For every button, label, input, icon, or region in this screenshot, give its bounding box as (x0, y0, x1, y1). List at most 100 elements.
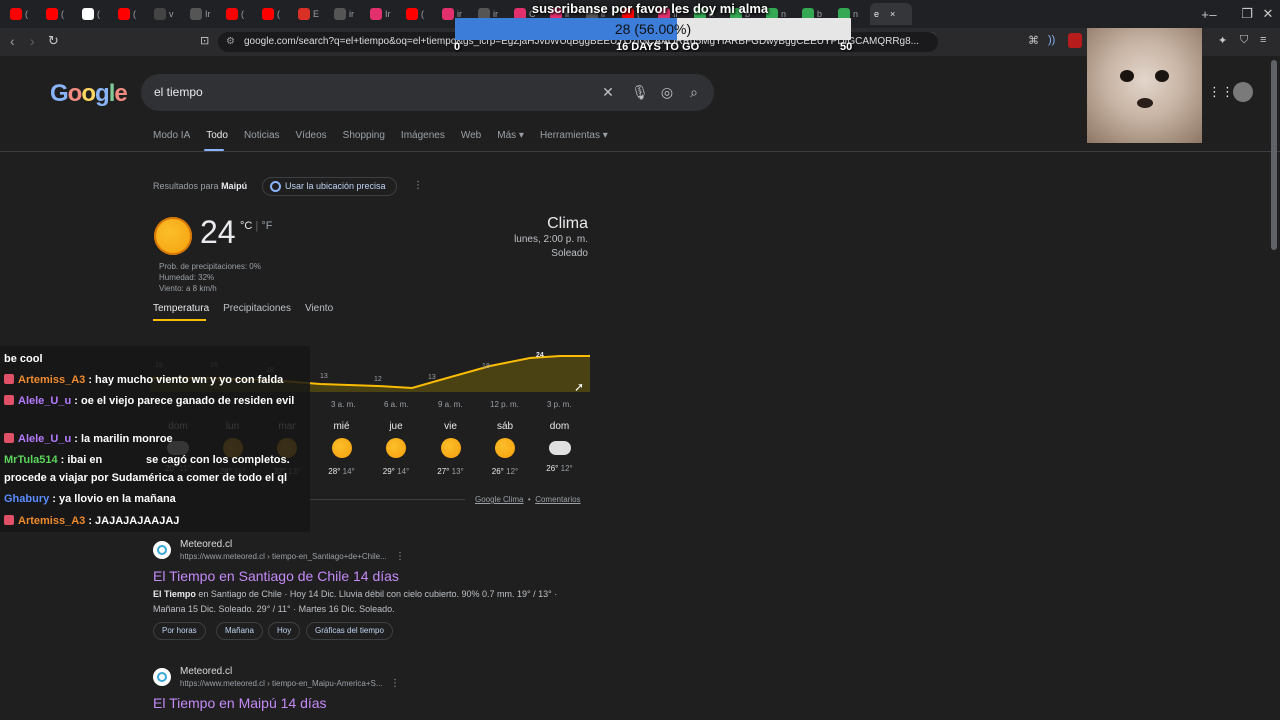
menu-icon[interactable]: ≡ (1260, 34, 1266, 46)
sunny-icon (495, 438, 515, 458)
forecast-day[interactable]: sáb 26° 12° (485, 421, 525, 476)
cast-icon[interactable]: )) (1048, 34, 1055, 46)
temp-label: 13 (428, 374, 436, 381)
forecast-low: 14° (394, 467, 410, 476)
forecast-day[interactable]: vie 27° 13° (431, 421, 471, 476)
tab-favicon-icon (262, 8, 274, 20)
weather-title: Clima (547, 215, 588, 232)
forecast-day[interactable]: dom 26° 12° (540, 421, 580, 473)
result-site-name: Meteored.cl (180, 539, 233, 550)
tab-favicon-icon (298, 8, 310, 20)
browser-tab[interactable]: E (294, 3, 330, 25)
tab-label: ( (241, 9, 244, 19)
result-chip[interactable]: Por horas (153, 622, 206, 640)
site-info-icon[interactable]: ⚙ (226, 32, 235, 52)
tab-label: ir (349, 9, 354, 19)
browser-tab[interactable]: v (150, 3, 186, 25)
search-tab[interactable]: Imágenes (401, 130, 445, 141)
close-window-button[interactable]: ✕ (1256, 0, 1280, 28)
result-url[interactable]: https://www.meteored.cl › tiempo-en_Maip… (180, 679, 383, 688)
translate-icon[interactable]: ⌘ (1028, 34, 1039, 47)
search-tab[interactable]: Shopping (343, 130, 385, 141)
search-box[interactable]: el tiempo ✕ 🎙 ◎ ⌕ (141, 74, 714, 111)
forecast-temps: 27° 13° (431, 467, 471, 476)
result-chip[interactable]: Gráficas del tiempo (306, 622, 393, 640)
wallet-icon[interactable]: ⛉ (1240, 34, 1248, 47)
account-avatar[interactable] (1233, 82, 1253, 102)
tab-close-icon[interactable]: × (890, 9, 895, 19)
apps-grid-icon[interactable]: ⋮⋮ (1208, 85, 1234, 98)
browser-tab[interactable]: ( (114, 3, 150, 25)
weather-tab[interactable]: Precipitaciones (223, 303, 291, 314)
google-logo[interactable]: Google (50, 80, 128, 108)
browser-tab[interactable]: ( (42, 3, 78, 25)
webcam-nose (1137, 98, 1153, 108)
more-options-icon[interactable]: ⋮ (413, 180, 423, 191)
weather-tab[interactable]: Temperatura (153, 303, 209, 314)
page-scrollbar[interactable] (1271, 60, 1277, 250)
minimize-button[interactable]: – (1196, 0, 1230, 28)
forecast-day[interactable]: mié 28° 14° (322, 421, 362, 476)
forward-icon[interactable]: › (30, 33, 35, 49)
goal-min-label: 0 (454, 41, 461, 53)
forecast-temps: 26° 12° (485, 467, 525, 476)
result-more-icon[interactable]: ⋮ (395, 551, 405, 562)
browser-tab[interactable]: ( (222, 3, 258, 25)
search-tab[interactable]: Noticias (244, 130, 280, 141)
weather-tab[interactable]: Viento (305, 303, 333, 314)
browser-tab[interactable]: ir (330, 3, 366, 25)
goal-progress-text: 28 (56.00%) (614, 21, 692, 37)
feedback-link[interactable]: Comentarios (535, 495, 580, 504)
unit-separator: | (252, 220, 262, 232)
result-title-link[interactable]: El Tiempo en Santiago de Chile 14 días (153, 568, 399, 584)
browser-tab-active[interactable]: e × (870, 3, 912, 25)
search-tab[interactable]: Más ▾ (497, 130, 524, 141)
browser-tab[interactable]: ( (6, 3, 42, 25)
tab-favicon-icon (226, 8, 238, 20)
temp-label: 18 (482, 363, 490, 370)
browser-tab[interactable]: Ir (366, 3, 402, 25)
browser-tab[interactable]: ( (78, 3, 114, 25)
search-input[interactable]: el tiempo (154, 85, 203, 99)
cloudy-icon (548, 441, 571, 455)
celsius-unit[interactable]: °C (240, 220, 252, 232)
forecast-temps: 29° 14° (376, 467, 416, 476)
search-tab[interactable]: Vídeos (296, 130, 327, 141)
reload-icon[interactable]: ↻ (48, 33, 59, 49)
result-title-link[interactable]: El Tiempo en Maipú 14 días (153, 695, 327, 711)
results-for-text: Resultados para Maipú (153, 181, 247, 191)
search-tab[interactable]: Web (461, 130, 481, 141)
sunny-icon (440, 438, 461, 458)
unit-toggle[interactable]: °C | °F (240, 220, 272, 232)
result-more-icon[interactable]: ⋮ (390, 678, 400, 689)
lens-icon[interactable]: ◎ (658, 83, 676, 101)
browser-tab[interactable]: Ir (186, 3, 222, 25)
tab-favicon-icon (154, 8, 166, 20)
browser-tab[interactable]: ( (402, 3, 438, 25)
precise-location-button[interactable]: Usar la ubicación precisa (262, 177, 397, 196)
results-for-prefix: Resultados para (153, 181, 219, 191)
clear-icon[interactable]: ✕ (599, 83, 617, 101)
extensions-icon[interactable]: ✦ (1218, 34, 1227, 47)
forecast-day[interactable]: jue 29° 14° (376, 421, 416, 476)
result-chip[interactable]: Hoy (268, 622, 301, 640)
webcam-eye (1120, 70, 1134, 82)
search-tab[interactable]: Todo (206, 130, 228, 141)
voice-search-icon[interactable]: 🎙 (631, 83, 649, 101)
google-clima-link[interactable]: Google Clima (475, 495, 523, 504)
search-tab[interactable]: Modo IA (153, 130, 190, 141)
result-url[interactable]: https://www.meteored.cl › tiempo-en_Sant… (180, 552, 387, 561)
search-tab[interactable]: Herramientas ▾ (540, 130, 608, 141)
extension-icon[interactable] (1068, 33, 1082, 48)
chat-text: be cool (4, 353, 43, 365)
meteored-favicon (153, 541, 171, 559)
bookmark-icon[interactable]: ⊡ (200, 34, 209, 47)
wind-speed: Viento: a 8 km/h (159, 284, 217, 293)
back-icon[interactable]: ‹ (10, 33, 15, 49)
snippet-bold: El Tiempo (153, 589, 196, 599)
goal-progress-bar: 28 (56.00%) (455, 18, 851, 40)
result-chip[interactable]: Mañana (216, 622, 263, 640)
fahrenheit-unit[interactable]: °F (261, 220, 272, 232)
browser-tab[interactable]: ( (258, 3, 294, 25)
search-icon[interactable]: ⌕ (685, 83, 703, 101)
